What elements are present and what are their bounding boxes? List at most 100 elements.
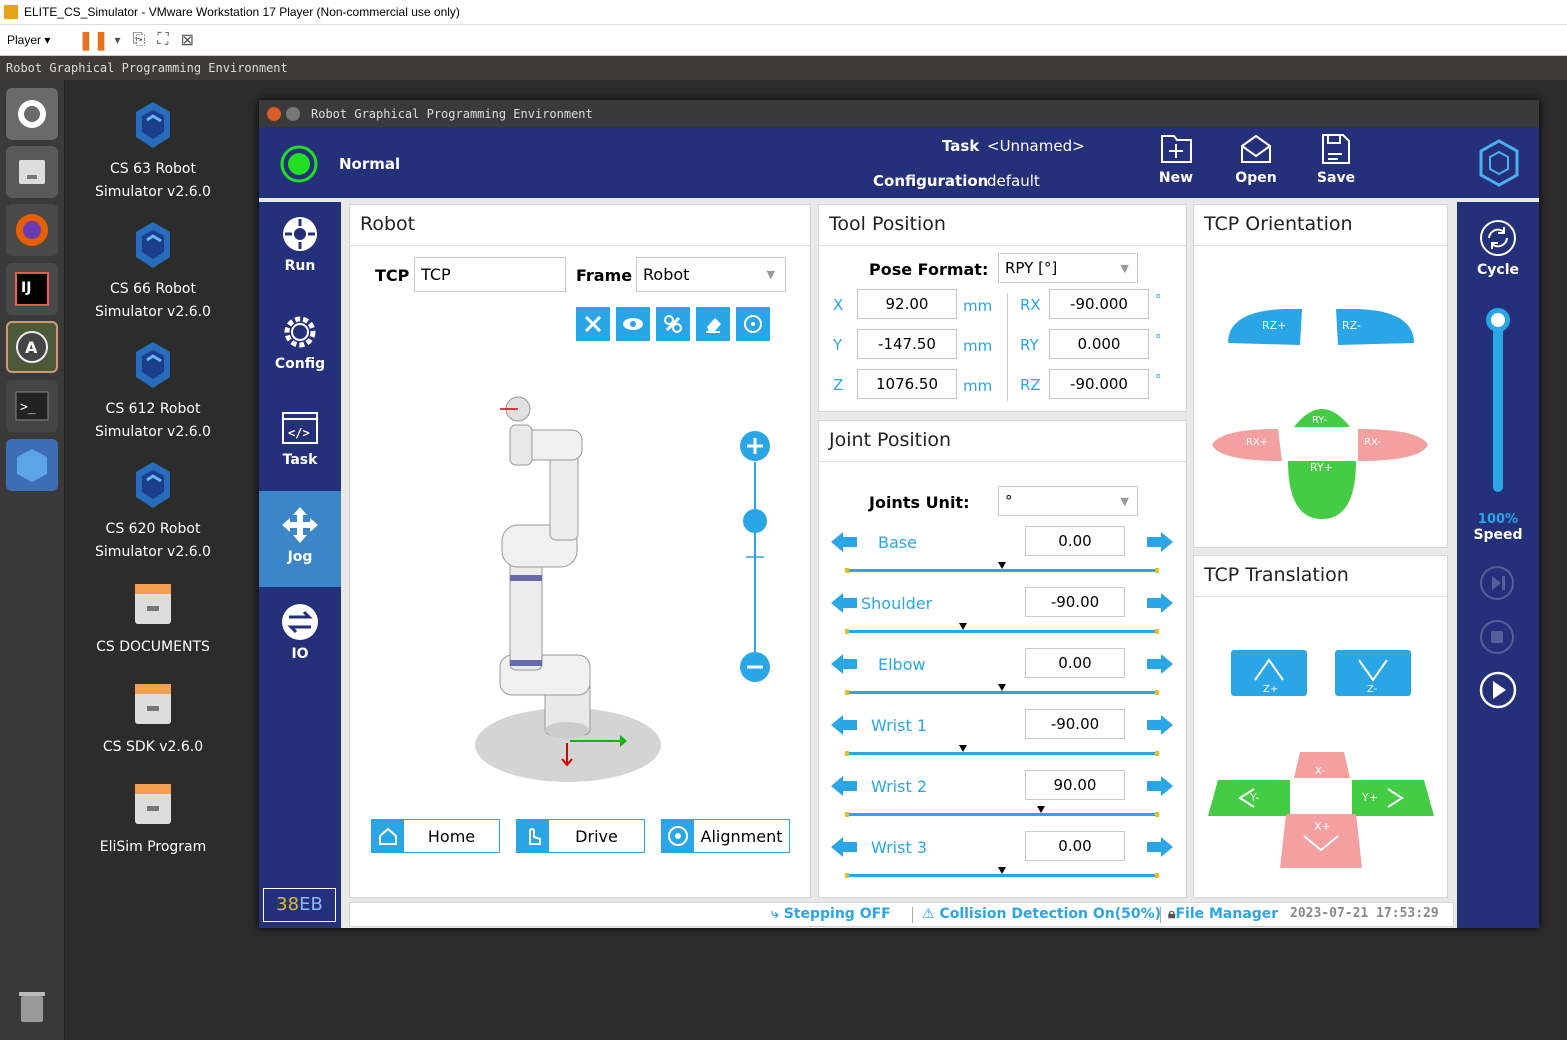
launcher: IJ A >_ <box>0 80 65 1040</box>
joint-increase-icon[interactable] <box>1145 774 1175 798</box>
joint-slider-marker[interactable] <box>958 745 967 752</box>
tcp-input[interactable]: TCP <box>414 257 566 292</box>
joint-slider-track[interactable] <box>845 630 1159 633</box>
step-icon[interactable] <box>1478 564 1516 602</box>
desktop-icon-label: CS 612 Robot <box>105 401 201 417</box>
joint-increase-icon[interactable] <box>1145 652 1175 676</box>
pose-format-select[interactable]: RPY [°] ▼ <box>998 253 1138 283</box>
player-menu[interactable]: Player ▾ <box>7 33 50 47</box>
joint-slider-track[interactable] <box>845 813 1159 816</box>
joint-value-field[interactable]: 0.00 <box>1025 526 1125 556</box>
fullscreen-icon[interactable]: ⛶ <box>157 31 168 49</box>
desktop-icon-0[interactable]: CS 63 Robot Simulator v2.6.0 <box>83 100 223 204</box>
nav-run[interactable]: Run <box>259 214 341 310</box>
link-icon <box>664 315 682 333</box>
joint-slider-track[interactable] <box>845 752 1159 755</box>
joint-value-field[interactable]: 90.00 <box>1025 770 1125 800</box>
y-minus-button[interactable] <box>1208 780 1290 816</box>
new-button[interactable]: New <box>1151 132 1201 186</box>
desktop-icon-6[interactable]: EliSim Program <box>83 780 223 859</box>
robot-3d-view[interactable] <box>470 385 670 795</box>
pause-icon[interactable]: ❚❚ <box>78 30 108 51</box>
zoom-slider[interactable] <box>738 430 774 685</box>
joint-slider-marker[interactable] <box>958 623 967 630</box>
trash-icon[interactable] <box>6 980 58 1032</box>
play-icon[interactable] <box>1478 670 1518 710</box>
nav-task[interactable]: </> Task <box>259 408 341 504</box>
joint-limit-min <box>845 812 849 817</box>
y-unit: mm <box>963 337 993 355</box>
nav-io[interactable]: IO <box>259 602 341 698</box>
tool-link-button[interactable] <box>656 307 690 341</box>
joint-increase-icon[interactable] <box>1145 591 1175 615</box>
elite-simulator-icon <box>136 222 170 268</box>
ubuntu-icon[interactable] <box>6 88 58 140</box>
joint-increase-icon[interactable] <box>1145 835 1175 859</box>
desktop-icon-4[interactable]: CS DOCUMENTS <box>83 580 223 659</box>
stepping-status[interactable]: ⤷ Stepping OFF <box>771 906 891 922</box>
joint-decrease-icon[interactable] <box>829 530 859 554</box>
rx-field[interactable]: -90.000 <box>1049 289 1149 319</box>
joints-unit-select[interactable]: ° ▼ <box>998 486 1138 516</box>
joint-decrease-icon[interactable] <box>829 591 859 615</box>
joint-decrease-icon[interactable] <box>829 774 859 798</box>
joint-slider-track[interactable] <box>845 691 1159 694</box>
minimize-icon[interactable] <box>286 106 300 121</box>
desktop-icon-3[interactable]: CS 620 Robot Simulator v2.6.0 <box>83 460 223 564</box>
joint-decrease-icon[interactable] <box>829 652 859 676</box>
save-button[interactable]: Save <box>1311 132 1361 186</box>
unity-icon[interactable]: ⊠ <box>181 30 194 50</box>
speed-slider-track[interactable] <box>1493 316 1503 492</box>
ry-field[interactable]: 0.000 <box>1049 329 1149 359</box>
joint-slider-marker[interactable] <box>998 562 1006 569</box>
tool-reset-view-button[interactable] <box>736 307 770 341</box>
software-updater-icon[interactable]: A <box>6 321 58 373</box>
joint-decrease-icon[interactable] <box>829 713 859 737</box>
alignment-button[interactable]: Alignment <box>661 819 790 853</box>
joint-value-field[interactable]: -90.00 <box>1025 587 1125 617</box>
terminal-icon[interactable]: >_ <box>6 380 58 432</box>
joint-slider-marker[interactable] <box>998 867 1006 874</box>
nav-config[interactable]: Config <box>259 312 341 408</box>
joint-increase-icon[interactable] <box>1145 713 1175 737</box>
desktop-icon-2[interactable]: CS 612 Robot Simulator v2.6.0 <box>83 340 223 444</box>
task-code-icon: </> <box>282 412 318 444</box>
frame-select[interactable]: Robot ▼ <box>636 257 786 292</box>
x-plus-label: X+ <box>1314 820 1331 833</box>
joint-increase-icon[interactable] <box>1145 530 1175 554</box>
home-button[interactable]: Home <box>371 819 500 853</box>
files-icon[interactable] <box>6 146 58 198</box>
drive-button[interactable]: Drive <box>516 819 645 853</box>
open-button[interactable]: Open <box>1231 132 1281 186</box>
x-field[interactable]: 92.00 <box>857 289 957 319</box>
joint-value-field[interactable]: 0.00 <box>1025 648 1125 678</box>
joint-slider-track[interactable] <box>845 874 1159 877</box>
intellij-icon[interactable]: IJ <box>6 263 58 315</box>
file-manager-link[interactable]: 🔒︎File Manager <box>1168 906 1278 922</box>
collision-status[interactable]: ⚠ Collision Detection On(50%) <box>922 906 1161 922</box>
send-ctrl-alt-del-icon[interactable]: ⎘ <box>133 31 146 49</box>
rz-field[interactable]: -90.000 <box>1049 369 1149 399</box>
y-field[interactable]: -147.50 <box>857 329 957 359</box>
stop-icon[interactable] <box>1478 618 1516 656</box>
tool-wrench-button[interactable] <box>576 307 610 341</box>
cycle-button[interactable]: Cycle <box>1457 218 1539 278</box>
joint-value-field[interactable]: 0.00 <box>1025 831 1125 861</box>
joint-slider-marker[interactable] <box>1037 806 1046 813</box>
z-label: Z <box>833 376 844 394</box>
elite-simulator-icon[interactable] <box>6 439 58 491</box>
joint-value-field[interactable]: -90.00 <box>1025 709 1125 739</box>
joint-slider-marker[interactable] <box>998 684 1006 691</box>
tool-erase-button[interactable] <box>696 307 730 341</box>
dropdown-icon[interactable]: ▾ <box>115 33 121 47</box>
joint-slider-track[interactable] <box>845 569 1159 572</box>
nav-jog[interactable]: Jog <box>259 491 341 587</box>
desktop-icon-1[interactable]: CS 66 Robot Simulator v2.6.0 <box>83 220 223 324</box>
firefox-icon[interactable] <box>6 204 58 256</box>
z-field[interactable]: 1076.50 <box>857 369 957 399</box>
speed-slider-knob[interactable] <box>1486 308 1510 332</box>
joint-decrease-icon[interactable] <box>829 835 859 859</box>
desktop-icon-5[interactable]: CS SDK v2.6.0 <box>83 680 223 759</box>
close-icon[interactable] <box>267 106 281 121</box>
tool-view-button[interactable] <box>616 307 650 341</box>
